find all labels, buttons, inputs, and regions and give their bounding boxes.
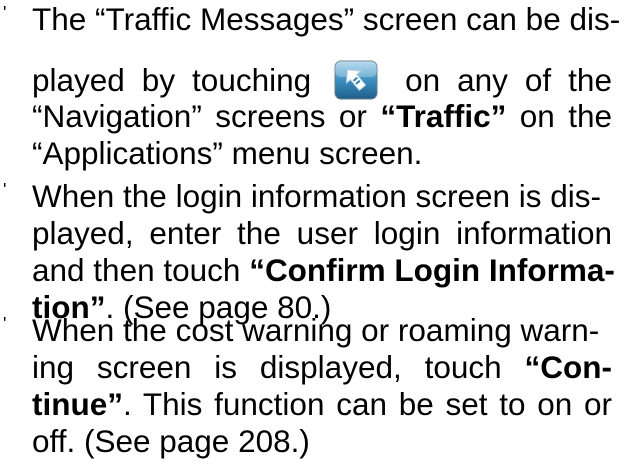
bold-text: tinue”: [32, 386, 123, 422]
text-line: “Navigation” screens or “Traffic” on the: [32, 98, 612, 135]
traffic-info-icon: [334, 60, 378, 100]
text: When the cost warning or roaming warn-: [32, 312, 600, 348]
text: ing screen is displayed, touch: [32, 349, 525, 385]
bullet-mark: ': [3, 180, 7, 200]
text-line: tinue”. This function can be set to on o…: [32, 386, 612, 423]
text-line: played by touching on any of the: [32, 60, 612, 100]
manual-page: ' The “Traffic Messages” screen can be d…: [0, 0, 625, 464]
text-line: off. (See page 208.): [32, 423, 310, 460]
text-line: The “Traffic Messages” screen can be dis…: [32, 1, 620, 38]
text: on any of the: [405, 62, 612, 98]
text-line: and then touch “Confirm Login Informa-: [32, 252, 615, 289]
bold-text: “Traffic”: [380, 98, 507, 134]
text-line: When the login information screen is dis…: [32, 178, 601, 215]
bold-text: “Con-: [524, 349, 612, 385]
text: played, enter the user login information: [32, 215, 612, 251]
text: “Navigation” screens or: [32, 98, 381, 134]
bullet-mark: ': [3, 314, 7, 334]
text-line: When the cost warning or roaming warn-: [32, 312, 599, 349]
text: The “Traffic Messages” screen can be dis…: [32, 1, 621, 37]
text: and then touch: [32, 252, 250, 288]
text: played by touching: [32, 62, 312, 98]
bold-text: “Confirm Login Informa-: [249, 252, 615, 288]
text-line: played, enter the user login information: [32, 215, 612, 252]
text: off. (See page 208.): [32, 423, 310, 459]
text: “Applications” menu screen.: [32, 135, 423, 171]
text: . This function can be set to on or: [123, 386, 612, 422]
bullet-mark: ': [3, 3, 7, 23]
text: When the login information screen is dis…: [32, 178, 602, 214]
text-line: ing screen is displayed, touch “Con-: [32, 349, 612, 386]
text: on the: [506, 98, 612, 134]
text-line: “Applications” menu screen.: [32, 135, 422, 172]
